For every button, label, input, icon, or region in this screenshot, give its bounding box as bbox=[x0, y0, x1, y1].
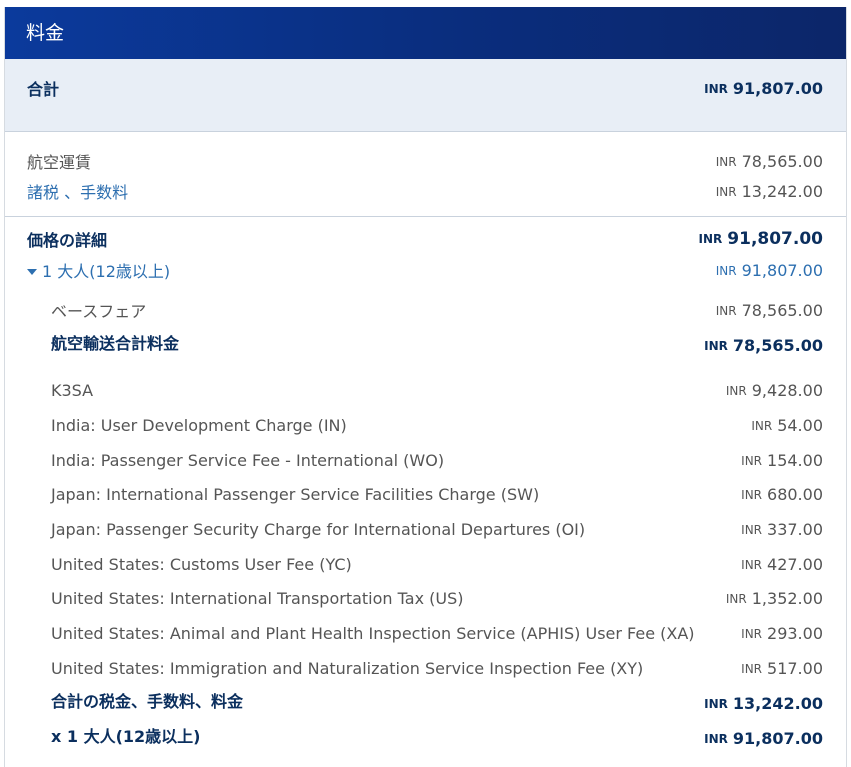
panel-header: 料金 bbox=[5, 7, 846, 59]
tax-row: Japan: Passenger Security Charge for Int… bbox=[5, 517, 846, 541]
tax-row: K3SA INR 9,428.00 bbox=[5, 378, 846, 402]
multiplier-row: x 1 大人(12歳以上) INR 91,807.00 bbox=[5, 723, 846, 748]
details-title-row: 価格の詳細 INR 91,807.00 bbox=[5, 227, 846, 251]
summary-fare-label: 航空運賃 bbox=[27, 153, 92, 172]
tax-row: Japan: International Passenger Service F… bbox=[5, 482, 846, 506]
summary-section: 航空運賃 INR 78,565.00 諸税 、手数料 INR 13,242.00 bbox=[5, 132, 846, 217]
multiplier-label: x 1 大人(12歳以上) bbox=[51, 727, 201, 746]
tax-row: United States: International Transportat… bbox=[5, 586, 846, 610]
passenger-toggle[interactable]: 1 大人(12歳以上) bbox=[27, 258, 170, 282]
fare-panel: 料金 合計 INR 91,807.00 航空運賃 INR 78,565.00 諸税 … bbox=[4, 7, 847, 767]
multiplier-amount: INR 91,807.00 bbox=[704, 728, 823, 748]
passenger-row[interactable]: 1 大人(12歳以上) INR 91,807.00 bbox=[5, 258, 846, 282]
tax-row: India: Passenger Service Fee - Internati… bbox=[5, 448, 846, 472]
air-total-row: 航空輸送合計料金 INR 78,565.00 bbox=[5, 330, 846, 355]
total-value: 91,807.00 bbox=[732, 78, 823, 98]
tax-label: United States: Customs User Fee (YC) bbox=[51, 554, 352, 574]
tax-row: United States: Customs User Fee (YC) INR… bbox=[5, 552, 846, 576]
panel-title: 料金 bbox=[26, 22, 65, 44]
tax-label: United States: Immigration and Naturaliz… bbox=[51, 658, 644, 678]
tax-amount: INR 517.00 bbox=[741, 658, 823, 678]
tax-label: K3SA bbox=[51, 380, 94, 400]
tax-label: India: Passenger Service Fee - Internati… bbox=[51, 450, 445, 470]
tax-label: United States: Animal and Plant Health I… bbox=[51, 623, 695, 643]
base-fare-row: ベースフェア INR 78,565.00 bbox=[5, 298, 846, 322]
tax-amount: INR 337.00 bbox=[741, 519, 823, 539]
tax-amount: INR 427.00 bbox=[741, 554, 823, 574]
price-details-section: 価格の詳細 INR 91,807.00 1 大人(12歳以上) INR 91,807… bbox=[5, 217, 846, 767]
summary-taxes-row: 諸税 、手数料 INR 13,242.00 bbox=[5, 179, 846, 203]
taxes-fees-link[interactable]: 諸税 、手数料 bbox=[27, 179, 128, 203]
tax-row: United States: Immigration and Naturaliz… bbox=[5, 656, 846, 680]
tax-amount: INR 154.00 bbox=[741, 450, 823, 470]
taxes-total-row: 合計の税金、手数料、料金 INR 13,242.00 bbox=[5, 688, 846, 713]
details-title: 価格の詳細 bbox=[27, 231, 108, 250]
total-label: 合計 bbox=[27, 80, 60, 99]
tax-amount: INR 293.00 bbox=[741, 623, 823, 643]
tax-amount: INR 9,428.00 bbox=[725, 380, 823, 400]
base-fare-label: ベースフェア bbox=[51, 302, 147, 321]
caret-down-icon bbox=[27, 269, 37, 275]
total-row: 合計 INR 91,807.00 bbox=[5, 76, 846, 100]
tax-label: Japan: Passenger Security Charge for Int… bbox=[51, 519, 586, 539]
tax-amount: INR 54.00 bbox=[751, 415, 823, 435]
summary-fare-amount: INR 78,565.00 bbox=[715, 151, 823, 171]
taxes-total-label: 合計の税金、手数料、料金 bbox=[51, 692, 244, 711]
tax-amount: INR 680.00 bbox=[741, 484, 823, 504]
total-band: 合計 INR 91,807.00 bbox=[5, 59, 846, 132]
passenger-amount: INR 91,807.00 bbox=[715, 260, 823, 280]
base-fare-amount: INR 78,565.00 bbox=[715, 300, 823, 320]
total-amount: INR 91,807.00 bbox=[704, 79, 823, 98]
air-total-label: 航空輸送合計料金 bbox=[51, 334, 180, 353]
tax-row: India: User Development Charge (IN) INR 5… bbox=[5, 413, 846, 437]
tax-amount: INR 1,352.00 bbox=[725, 588, 823, 608]
tax-label: India: User Development Charge (IN) bbox=[51, 415, 347, 435]
total-currency: INR bbox=[704, 81, 728, 96]
summary-taxes-amount: INR 13,242.00 bbox=[715, 181, 823, 201]
details-amount: INR 91,807.00 bbox=[698, 229, 823, 249]
tax-row: United States: Animal and Plant Health I… bbox=[5, 621, 846, 645]
taxes-total-amount: INR 13,242.00 bbox=[704, 693, 823, 713]
tax-label: Japan: International Passenger Service F… bbox=[51, 484, 540, 504]
air-total-amount: INR 78,565.00 bbox=[704, 335, 823, 355]
tax-label: United States: International Transportat… bbox=[51, 588, 464, 608]
summary-fare-row: 航空運賃 INR 78,565.00 bbox=[5, 149, 846, 173]
